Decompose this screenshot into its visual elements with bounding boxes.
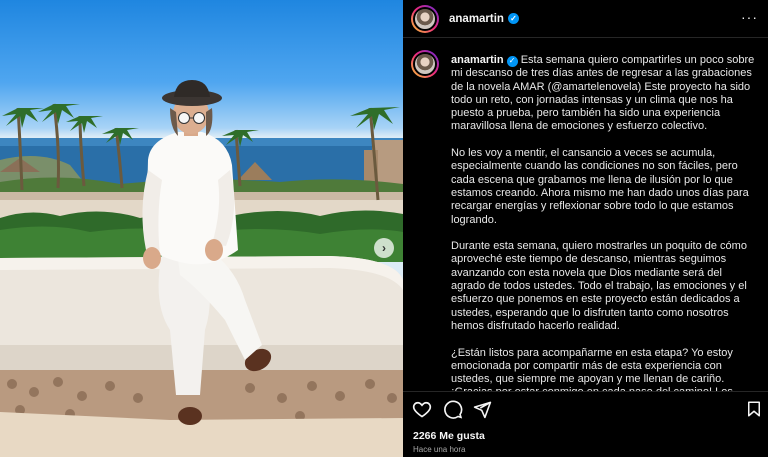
more-options-icon[interactable]: ···: [741, 9, 758, 25]
caption-paragraph-2: No les voy a mentir, el cansancio a vece…: [451, 147, 749, 226]
caption-avatar[interactable]: [411, 50, 439, 78]
avatar[interactable]: [411, 4, 439, 33]
caption-paragraph-3: Durante esta semana, quiero mostrarles u…: [451, 240, 747, 332]
verified-badge-icon: ✓: [507, 13, 519, 24]
bookmark-icon[interactable]: [743, 398, 765, 420]
caption-paragraph-1: anamartin ✓ Esta semana quiero compartir…: [451, 54, 756, 134]
verified-badge-icon: ✓: [506, 55, 518, 67]
post-details-panel: anamartin ✓ ··· anamartin ✓ Esta semana …: [403, 0, 768, 457]
likes-count[interactable]: 2266 Me gusta: [413, 430, 485, 442]
post-photo[interactable]: ›: [0, 0, 403, 457]
share-icon[interactable]: [471, 398, 493, 420]
post-timestamp[interactable]: Hace una hora: [413, 445, 465, 454]
post-actions: 2266 Me gusta Hace una hora: [403, 391, 768, 457]
caption-text: anamartin ✓ Esta semana quiero compartir…: [451, 54, 756, 391]
chevron-right-icon[interactable]: ›: [374, 238, 394, 258]
post-header: anamartin ✓ ···: [403, 0, 768, 38]
comment-icon[interactable]: [442, 398, 464, 420]
caption-paragraph-4: ¿Están listos para acompañarme en esta e…: [451, 346, 733, 391]
photo-scene: [0, 80, 403, 457]
heart-icon[interactable]: [411, 398, 433, 420]
caption-area: anamartin ✓ Esta semana quiero compartir…: [403, 46, 768, 391]
username[interactable]: anamartin: [449, 13, 504, 25]
caption-username[interactable]: anamartin: [451, 54, 504, 66]
username-link[interactable]: anamartin ✓: [449, 13, 519, 25]
